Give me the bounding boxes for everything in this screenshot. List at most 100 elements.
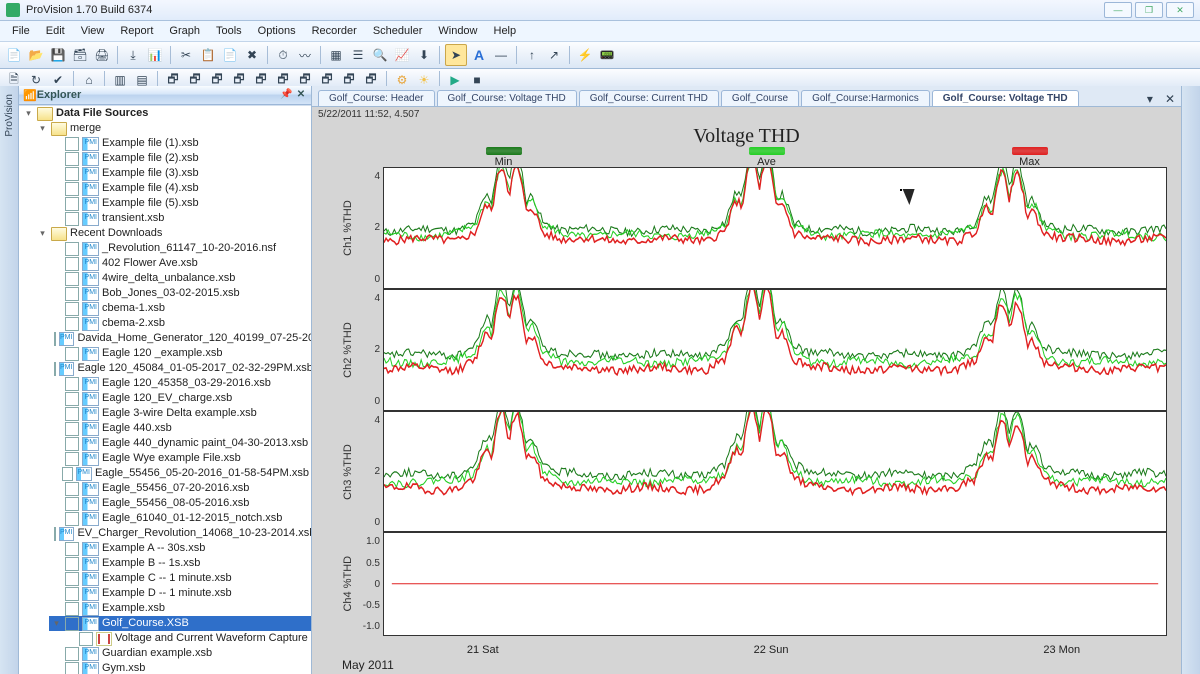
tree-item[interactable]: Eagle 120 _example.xsb xyxy=(49,346,311,361)
tool-grid-icon[interactable]: ▦ xyxy=(326,45,346,65)
tree-item[interactable]: EV_Charger_Revolution_14068_10-23-2014.x… xyxy=(49,526,311,541)
tree-item[interactable]: Gym.xsb xyxy=(49,661,311,674)
tree-item[interactable]: 402 Flower Ave.xsb xyxy=(49,256,311,271)
menu-options[interactable]: Options xyxy=(250,23,304,39)
tool-save-icon[interactable]: 💾 xyxy=(48,45,68,65)
x-axis: 21 Sat22 Sun23 Mon xyxy=(380,644,1167,656)
tree-item[interactable]: Example D -- 1 minute.xsb xyxy=(49,586,311,601)
menu-view[interactable]: View xyxy=(73,23,113,39)
tool-report-icon[interactable]: 📊 xyxy=(145,45,165,65)
tree-item[interactable]: Example file (4).xsb xyxy=(49,181,311,196)
tool-saveall-icon[interactable]: 🗃 xyxy=(70,45,90,65)
tree-item[interactable]: Example A -- 30s.xsb xyxy=(49,541,311,556)
tool-print-icon[interactable]: 🖨 xyxy=(92,45,112,65)
tree-item[interactable]: Eagle 440_dynamic paint_04-30-2013.xsb xyxy=(49,436,311,451)
tree-item[interactable]: Eagle_55456_08-05-2016.xsb xyxy=(49,496,311,511)
tree-item[interactable]: Eagle Wye example File.xsb xyxy=(49,451,311,466)
tool-plug-icon[interactable]: ⚡ xyxy=(575,45,595,65)
tool-layers-icon[interactable]: ☰ xyxy=(348,45,368,65)
tool-paste-icon[interactable]: 📄 xyxy=(220,45,240,65)
tree-root[interactable]: ▾Data File Sources xyxy=(21,106,311,121)
tool-zoom-icon[interactable]: 🔍 xyxy=(370,45,390,65)
tree-item[interactable]: cbema-2.xsb xyxy=(49,316,311,331)
menu-file[interactable]: File xyxy=(4,23,38,39)
tree-item[interactable]: transient.xsb xyxy=(49,211,311,226)
doc-tab[interactable]: Golf_Course: Current THD xyxy=(579,90,719,106)
doc-tab[interactable]: Golf_Course: Voltage THD xyxy=(437,90,577,106)
plot-canvas[interactable] xyxy=(383,532,1167,636)
tool-download-icon[interactable]: ⬇ xyxy=(414,45,434,65)
chart-row: Ch1 %THD420 xyxy=(340,167,1167,289)
tree-item[interactable]: Example file (1).xsb xyxy=(49,136,311,151)
tree-recent[interactable]: ▾Recent Downloads xyxy=(35,226,311,241)
tool-delete-icon[interactable]: ✖ xyxy=(242,45,262,65)
tree-item[interactable]: Example B -- 1s.xsb xyxy=(49,556,311,571)
tree-item[interactable]: Davida_Home_Generator_120_40199_07-25-20… xyxy=(49,331,311,346)
tree-item[interactable]: Eagle_55456_07-20-2016.xsb xyxy=(49,481,311,496)
menu-graph[interactable]: Graph xyxy=(161,23,208,39)
tool-new-icon[interactable]: 📄 xyxy=(4,45,24,65)
tool-export-icon[interactable]: ⤓ xyxy=(123,45,143,65)
tree-item[interactable]: Voltage and Current Waveform Capture xyxy=(63,631,311,646)
tree-item[interactable]: Bob_Jones_03-02-2015.xsb xyxy=(49,286,311,301)
doc-tab[interactable]: Golf_Course: Header xyxy=(318,90,435,106)
tree-item[interactable]: cbema-1.xsb xyxy=(49,301,311,316)
tool-chart-icon[interactable]: 📈 xyxy=(392,45,412,65)
file-tree[interactable]: ▾Data File Sources ▾merge Example file (… xyxy=(19,105,311,674)
doc-tab[interactable]: Golf_Course xyxy=(721,90,799,106)
tree-item[interactable]: Eagle 120_45358_03-29-2016.xsb xyxy=(49,376,311,391)
doctab-button[interactable]: ✕ xyxy=(1159,92,1181,106)
tool-line-icon[interactable]: — xyxy=(491,45,511,65)
tool-arrow-icon[interactable]: ↗ xyxy=(544,45,564,65)
doctab-button[interactable]: ▾ xyxy=(1141,92,1159,106)
sidebar-handle[interactable]: ProVision xyxy=(0,86,19,674)
menu-help[interactable]: Help xyxy=(486,23,525,39)
tree-item[interactable]: Example file (5).xsb xyxy=(49,196,311,211)
explorer-close-icon[interactable]: ✕ xyxy=(295,89,307,101)
tree-item[interactable]: Eagle 120_45084_01-05-2017_02-32-29PM.xs… xyxy=(49,361,311,376)
close-button[interactable]: ✕ xyxy=(1166,2,1194,18)
tool-up-icon[interactable]: ↑ xyxy=(522,45,542,65)
tree-item[interactable]: Eagle 440.xsb xyxy=(49,421,311,436)
plot-canvas[interactable] xyxy=(383,167,1167,289)
minimize-button[interactable]: — xyxy=(1104,2,1132,18)
tool-cut-icon[interactable]: ✂ xyxy=(176,45,196,65)
plot-canvas[interactable] xyxy=(383,411,1167,533)
tree-item[interactable]: Example C -- 1 minute.xsb xyxy=(49,571,311,586)
tree-item[interactable]: Eagle_61040_01-12-2015_notch.xsb xyxy=(49,511,311,526)
tool-pointer-icon[interactable]: ➤ xyxy=(445,44,467,66)
doc-tab[interactable]: Golf_Course: Voltage THD xyxy=(932,90,1079,106)
menu-scheduler[interactable]: Scheduler xyxy=(365,23,431,39)
tree-item[interactable]: Guardian example.xsb xyxy=(49,646,311,661)
tree-merge[interactable]: ▾merge xyxy=(35,121,311,136)
menu-report[interactable]: Report xyxy=(112,23,161,39)
menu-recorder[interactable]: Recorder xyxy=(304,23,365,39)
plot-timestamp: 5/22/2011 11:52, 4.507 xyxy=(318,109,419,120)
tree-item[interactable]: Eagle_55456_05-20-2016_01-58-54PM.xsb xyxy=(49,466,311,481)
doc-tab[interactable]: Golf_Course:Harmonics xyxy=(801,90,930,106)
menu-window[interactable]: Window xyxy=(430,23,485,39)
tree-item[interactable]: Eagle 120_EV_charge.xsb xyxy=(49,391,311,406)
tree-item[interactable]: Example file (3).xsb xyxy=(49,166,311,181)
maximize-button[interactable]: ❐ xyxy=(1135,2,1163,18)
explorer-pin-icon[interactable]: 📌 xyxy=(280,89,292,101)
tree-item[interactable]: 4wire_delta_unbalance.xsb xyxy=(49,271,311,286)
plot-canvas[interactable] xyxy=(383,289,1167,411)
tool-wave-icon[interactable]: 〰 xyxy=(295,45,315,65)
tool-copy-icon[interactable]: 📋 xyxy=(198,45,218,65)
menu-tools[interactable]: Tools xyxy=(208,23,250,39)
right-handle[interactable] xyxy=(1181,86,1200,674)
tool-text-icon[interactable]: A xyxy=(469,45,489,65)
tree-item[interactable]: _Revolution_61147_10-20-2016.nsf xyxy=(49,241,311,256)
tree-item-selected[interactable]: ▾Golf_Course.XSB xyxy=(49,616,311,631)
tool-open-icon[interactable]: 📂 xyxy=(26,45,46,65)
chart-stack: Ch1 %THD420Ch2 %THD420Ch3 %THD420Ch4 %TH… xyxy=(340,167,1167,636)
tool-device-icon[interactable]: 📟 xyxy=(597,45,617,65)
tree-item[interactable]: Eagle 3-wire Delta example.xsb xyxy=(49,406,311,421)
tree-item[interactable]: Example file (2).xsb xyxy=(49,151,311,166)
plot-title: Voltage THD xyxy=(312,125,1181,148)
menu-edit[interactable]: Edit xyxy=(38,23,73,39)
tool-meter-icon[interactable]: ⏱ xyxy=(273,45,293,65)
chart-row: Ch2 %THD420 xyxy=(340,289,1167,411)
tree-item[interactable]: Example.xsb xyxy=(49,601,311,616)
